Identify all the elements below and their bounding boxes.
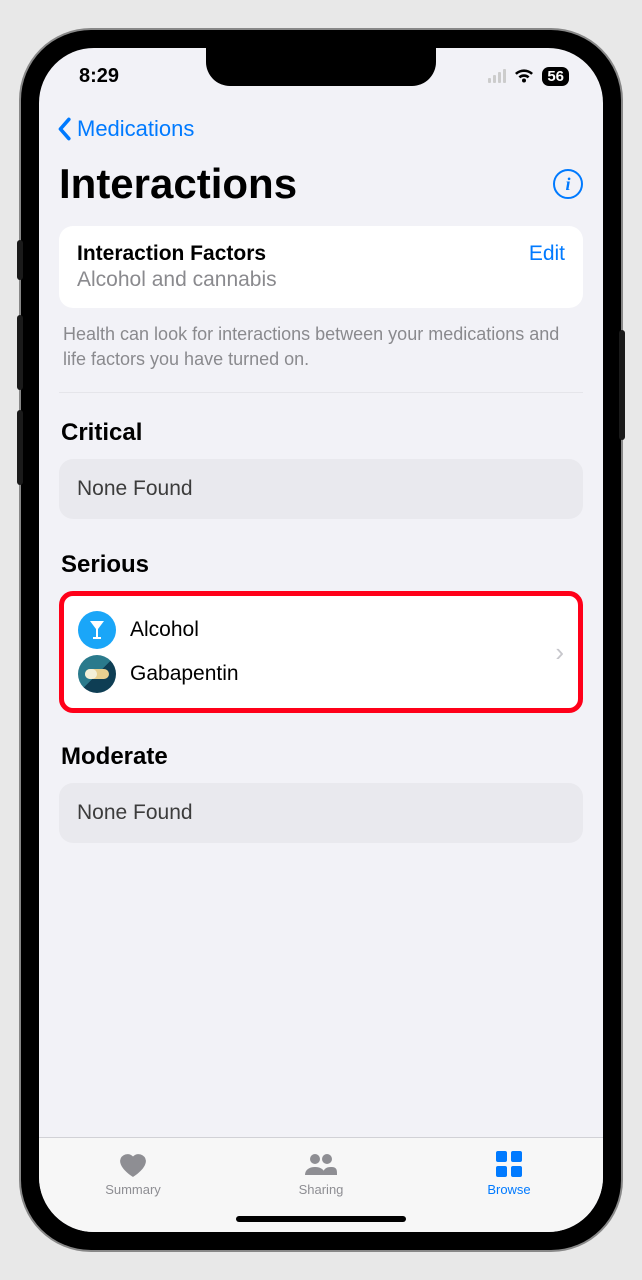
back-label: Medications: [77, 116, 194, 142]
interaction-factors-card: Interaction Factors Edit Alcohol and can…: [59, 226, 583, 308]
interaction-item-alcohol: Alcohol: [78, 608, 555, 652]
factors-subtitle: Alcohol and cannabis: [77, 268, 565, 292]
page-title-row: Interactions i: [59, 160, 583, 208]
home-indicator[interactable]: [236, 1216, 406, 1222]
page-title: Interactions: [59, 160, 297, 208]
pill-icon: [78, 655, 116, 693]
serious-interaction-row[interactable]: Alcohol Gabapentin ›: [59, 591, 583, 713]
info-icon[interactable]: i: [553, 169, 583, 199]
alcohol-icon: [78, 611, 116, 649]
interaction-label: Gabapentin: [130, 662, 239, 686]
chevron-left-icon: [55, 117, 73, 141]
wifi-icon: [513, 68, 535, 84]
section-serious-title: Serious: [61, 551, 583, 579]
grid-icon: [492, 1150, 526, 1178]
people-icon: [304, 1150, 338, 1178]
cellular-icon: [488, 69, 506, 83]
helper-text: Health can look for interactions between…: [59, 322, 583, 393]
interaction-label: Alcohol: [130, 618, 199, 642]
back-button[interactable]: Medications: [55, 104, 583, 160]
tab-summary[interactable]: Summary: [73, 1150, 193, 1232]
factors-title: Interaction Factors: [77, 242, 266, 266]
battery-indicator: 56: [542, 67, 569, 86]
section-moderate-title: Moderate: [61, 743, 583, 771]
interaction-item-gabapentin: Gabapentin: [78, 652, 555, 696]
status-time: 8:29: [79, 65, 119, 88]
chevron-right-icon: ›: [555, 637, 564, 668]
moderate-none: None Found: [59, 783, 583, 843]
edit-button[interactable]: Edit: [529, 242, 565, 266]
heart-icon: [116, 1150, 150, 1178]
critical-none: None Found: [59, 459, 583, 519]
section-critical-title: Critical: [61, 419, 583, 447]
tab-browse[interactable]: Browse: [449, 1150, 569, 1232]
